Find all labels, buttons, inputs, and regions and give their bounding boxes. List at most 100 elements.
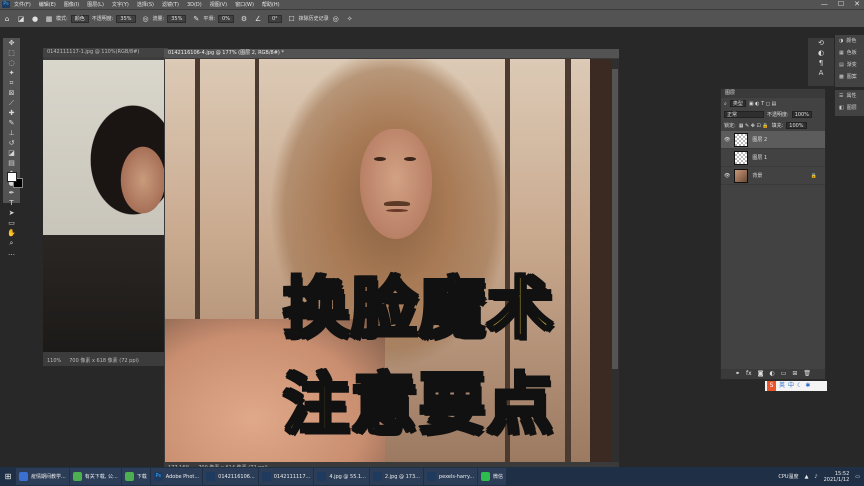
more-tools-icon[interactable]: … [3,248,20,258]
settings-gear-icon[interactable]: ⚙ [239,15,249,23]
shape-tool-icon[interactable]: ▭ [3,218,20,228]
opacity-field[interactable]: 35% [116,14,136,23]
ime-lang[interactable]: 英 [779,381,785,391]
eyedropper-icon[interactable]: ⟋ [3,98,20,108]
airbrush-icon[interactable]: ✎ [191,15,201,23]
brush-settings-icon[interactable]: ▦ [44,15,54,23]
healing-brush-icon[interactable]: ✚ [3,108,20,118]
document-tab-1[interactable]: 0142111117-1.jpg @ 110%(RGB/8#) [43,48,168,57]
home-icon[interactable]: ⌂ [2,15,12,23]
mode-select[interactable]: 颜色 [70,14,89,23]
history-checkbox[interactable]: ☐ [287,15,297,23]
panel-item-patterns[interactable]: ▩ 图案 [835,71,864,83]
panel-item-gradients[interactable]: ▤ 渐变 [835,59,864,71]
layer-row[interactable]: 👁 背景 🔒 [721,167,825,185]
canvas[interactable]: 换脸魔术 注意要点 [165,59,611,462]
document-tab-2[interactable]: 0142116106-4.jpg @ 177% (图层 2, RGB/8#) * [164,49,619,58]
menu-file[interactable]: 文件(F) [14,1,31,8]
trash-icon[interactable]: 🗑 [803,369,811,379]
hand-tool-icon[interactable]: ✋ [3,228,20,238]
menu-view[interactable]: 视图(V) [210,1,227,8]
menu-window[interactable]: 窗口(W) [235,1,254,8]
eye-icon[interactable]: 👁 [724,137,730,143]
minimize-button[interactable]: — [821,0,828,8]
close-button[interactable]: ✕ [854,0,860,8]
ime-mode[interactable]: 中 [788,381,794,391]
stamp-tool-icon[interactable]: ⊥ [3,128,20,138]
panel-item-properties[interactable]: ☰ 属性 [835,90,864,102]
foreground-color-swatch[interactable] [7,172,17,182]
history-panel-icon[interactable]: ⟲ [808,38,834,48]
path-select-icon[interactable]: ➤ [3,208,20,218]
taskbar-item[interactable]: 4.jpg @ 55.1... [314,468,369,485]
blend-mode-select[interactable]: 正常 [724,111,764,118]
frame-tool-icon[interactable]: ⊠ [3,88,20,98]
zoom-tool-icon[interactable]: ⌕ [3,238,20,248]
maximize-button[interactable]: ☐ [838,0,844,8]
group-icon[interactable]: ▭ [781,369,787,379]
adjustments-icon[interactable]: ◐ [808,48,834,58]
flow-field[interactable]: 35% [167,14,187,23]
network-icon[interactable]: ▲ [805,474,809,480]
panel-item-swatches[interactable]: ▦ 色板 [835,47,864,59]
menu-layer[interactable]: 图层(L) [87,1,104,8]
mask-icon[interactable]: ◙ [758,369,764,379]
clock[interactable]: 15:52 2021/1/12 [824,471,850,483]
lock-icons[interactable]: ▦ ✎ ✥ ⊡ 🔒 [739,123,769,129]
new-layer-icon[interactable]: ⊞ [792,369,797,379]
menu-type[interactable]: 文字(Y) [112,1,129,8]
gradient-tool-icon[interactable]: ▤ [3,158,20,168]
document-window-2[interactable]: 0142116106-4.jpg @ 177% (图层 2, RGB/8#) *… [164,49,619,473]
smooth-field[interactable]: 0% [218,14,234,23]
taskbar-item[interactable]: 0142111117... [258,468,314,485]
ime-settings-icon[interactable]: ✱ [805,381,810,391]
menu-filter[interactable]: 滤镜(T) [162,1,179,8]
paragraph-icon[interactable]: ¶ [808,58,834,68]
scrollbar-thumb[interactable] [612,69,618,369]
taskbar-item[interactable]: 下载 [121,468,150,485]
pressure-opacity-icon[interactable]: ◎ [141,15,151,23]
menu-3d[interactable]: 3D(D) [187,2,202,8]
angle-field[interactable]: 0° [267,14,282,23]
layer-name[interactable]: 背景 [752,172,762,179]
taskbar-item[interactable]: pexels-harry... [423,468,478,485]
cpu-temp-label[interactable]: CPU温度 [778,473,798,480]
layer-name[interactable]: 图层 1 [752,154,767,161]
moon-icon[interactable]: ☾ [797,381,802,391]
eraser-tool-icon[interactable]: ◪ [3,148,20,158]
layer-name[interactable]: 图层 2 [752,136,767,143]
taskbar-item[interactable]: 0142116106... [203,468,258,485]
taskbar-item[interactable]: 2.jpg @ 173... [369,468,423,485]
crop-tool-icon[interactable]: ⌗ [3,78,20,88]
menu-image[interactable]: 图像(I) [64,1,79,8]
pressure-size-icon[interactable]: ◎ [331,15,341,23]
eye-icon[interactable]: 👁 [724,173,730,179]
layer-row[interactable]: 👁 图层 2 [721,131,825,149]
eraser-icon[interactable]: ◪ [16,15,26,23]
taskbar-item[interactable]: 微信 [478,468,507,485]
document-window-1[interactable]: 0142111117-1.jpg @ 110%(RGB/8#) 110% 700… [43,48,168,366]
adjustment-layer-icon[interactable]: ◐ [769,369,774,379]
taskbar-item[interactable]: 疫情期间教学... [16,468,69,485]
panel-item-color[interactable]: ◑ 颜色 [835,35,864,47]
move-tool-icon[interactable]: ✥ [3,38,20,48]
taskbar-item[interactable]: 有关下载, 公... [69,468,121,485]
sogou-icon[interactable]: S [767,381,776,391]
history-brush-icon[interactable]: ↺ [3,138,20,148]
filter-icons[interactable]: ▣ ◐ T ◻ ▤ [749,101,776,107]
brush-size-icon[interactable]: ● [30,15,40,23]
character-icon[interactable]: A [808,68,834,78]
layer-fill-field[interactable]: 100% [786,122,807,129]
marquee-tool-icon[interactable]: ⬚ [3,48,20,58]
panel-item-layers[interactable]: ◧ 图层 [835,102,864,114]
brush-tool-icon[interactable]: ✎ [3,118,20,128]
volume-icon[interactable]: ♪ [814,474,817,480]
fx-icon[interactable]: fx [746,369,752,379]
menu-select[interactable]: 选择(S) [137,1,154,8]
layer-row[interactable]: 👁 图层 1 [721,149,825,167]
taskbar-item[interactable]: Ps Adobe Phot... [150,468,203,485]
magic-wand-icon[interactable]: ✦ [3,68,20,78]
link-icon[interactable]: ⚭ [735,369,740,379]
notification-icon[interactable]: ▭ [855,474,860,480]
type-tool-icon[interactable]: T [3,198,20,208]
